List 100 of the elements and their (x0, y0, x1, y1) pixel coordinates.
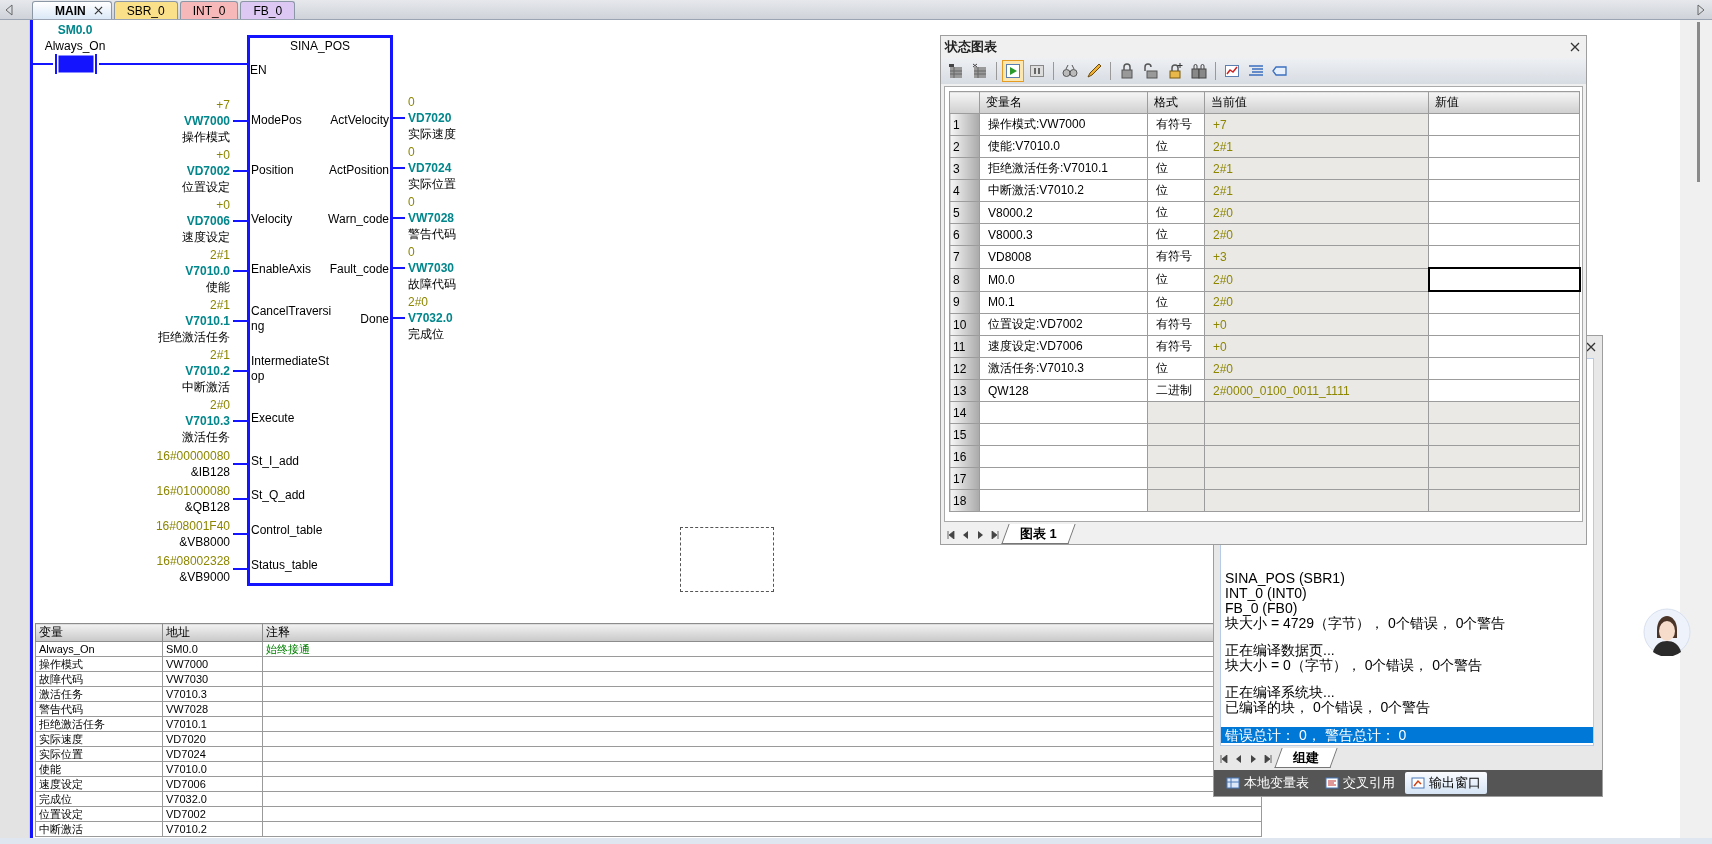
pin-value: +7 (216, 97, 230, 113)
table-cell: M0.1 (979, 291, 1148, 314)
pin-value: +0 (216, 147, 230, 163)
output-message: SINA_POS (SBR1) (1225, 571, 1346, 586)
pin-name: IntermediateStop (251, 354, 331, 385)
pin-value: +0 (216, 197, 230, 213)
pin-address: VW7028 (408, 210, 455, 226)
pin-comment: 使能 (206, 279, 230, 295)
table-cell: 中断激活:V7010.2 (979, 179, 1148, 202)
pin-comment: 实际速度 (408, 126, 456, 142)
pin-name: ActPosition (328, 162, 389, 178)
pin-comment: 操作模式 (182, 129, 230, 145)
pin-value: 2#1 (209, 297, 230, 313)
pin-comment: 拒绝激活任务 (158, 329, 230, 345)
table-cell: V7032.0 (162, 791, 263, 807)
pin-address: VW7000 (183, 113, 230, 129)
pin-value: 0 (408, 194, 415, 210)
pin-address: V7032.0 (408, 310, 453, 326)
table-cell: 2#0 (1204, 357, 1429, 380)
output-message: 块大小 = 0（字节）， 0个错误， 0个警告 (1225, 658, 1484, 673)
pin-value: 16#01000080 (156, 482, 230, 499)
pin-value: 16#00000080 (156, 447, 230, 464)
pin-address: VD7020 (408, 110, 452, 126)
pin-name: EN (250, 63, 268, 78)
table-cell: VW7030 (162, 671, 263, 687)
table-cell: V8000.3 (979, 223, 1148, 246)
pin-address: &QB128 (184, 498, 230, 515)
table-cell: 完成位 (35, 791, 163, 807)
table-cell: +3 (1204, 245, 1429, 268)
table-cell: 警告代码 (35, 701, 163, 717)
table-cell: VD7024 (162, 746, 263, 762)
table-cell: V8000.2 (979, 201, 1148, 224)
pin-address: V7010.2 (185, 363, 230, 379)
pin-address: V7010.3 (185, 413, 230, 429)
table-cell: 速度设定 (35, 776, 163, 792)
table-cell: 激活任务:V7010.3 (979, 357, 1148, 380)
pin-comment: 中断激活 (182, 379, 230, 395)
table-cell: 2#0 (1204, 223, 1429, 246)
pin-address: V7010.0 (185, 263, 230, 279)
table-cell: 激活任务 (35, 686, 163, 702)
table-cell: 2#1 (1204, 135, 1429, 158)
pin-name: St_Q_add (251, 488, 306, 504)
block-title: SINA_POS (289, 38, 351, 54)
contact-symbol-name: Always_On (44, 38, 106, 54)
table-cell: 操作模式:VW7000 (979, 113, 1148, 136)
table-cell: 位置设定:VD7002 (979, 313, 1148, 336)
table-cell: +7 (1204, 113, 1429, 136)
pin-value: 0 (408, 94, 415, 110)
contact-address: SM0.0 (57, 22, 93, 38)
table-cell: 使能 (35, 761, 163, 777)
table-cell: 实际速度 (35, 731, 163, 747)
pin-address: VW7030 (408, 260, 455, 276)
pin-comment: 完成位 (408, 326, 444, 342)
pin-comment: 速度设定 (182, 229, 230, 245)
pin-address: &VB8000 (179, 533, 230, 550)
output-message: 正在编译数据页... (1225, 643, 1336, 658)
pin-address: VD7024 (408, 160, 452, 176)
table-cell: M0.0 (979, 268, 1148, 291)
table-cell: VD7006 (162, 776, 263, 792)
pin-name: Fault_code (329, 262, 389, 278)
table-cell: V7010.3 (162, 686, 263, 702)
pin-value: 0 (408, 244, 415, 260)
pin-name: EnableAxis (251, 262, 312, 278)
pin-value: 2#1 (209, 347, 230, 363)
window-title: 状态图表 (945, 38, 997, 56)
pin-value: 16#08001F40 (155, 517, 230, 534)
pin-address: &IB128 (190, 463, 230, 480)
pin-name: Control_table (251, 523, 323, 539)
table-cell: +0 (1204, 335, 1429, 358)
table-cell: VW7000 (162, 656, 263, 672)
output-message: INT_0 (INT0) (1225, 586, 1307, 601)
pin-value: 16#08002328 (156, 552, 230, 569)
pin-name: Warn_code (328, 212, 389, 228)
output-message: FB_0 (FB0) (1225, 601, 1298, 616)
table-cell: VD8008 (979, 245, 1148, 268)
pin-name: St_I_add (251, 453, 300, 469)
table-cell: 拒绝激活任务:V7010.1 (979, 157, 1148, 180)
table-cell: +0 (1204, 313, 1429, 336)
pin-comment: 激活任务 (182, 429, 230, 445)
table-cell: VD7002 (162, 806, 263, 822)
pin-comment: 实际位置 (408, 176, 456, 192)
table-cell: 操作模式 (35, 656, 163, 672)
pin-value: 2#0 (408, 294, 429, 310)
pin-comment: 警告代码 (408, 226, 456, 242)
pin-value: 2#1 (209, 247, 230, 263)
pin-address: VD7006 (186, 213, 230, 229)
table-cell: 拒绝激活任务 (35, 716, 163, 732)
table-cell: QW128 (979, 379, 1148, 402)
table-cell: 2#0 (1204, 201, 1429, 224)
pin-address: VD7002 (186, 163, 230, 179)
table-cell: V7010.0 (162, 761, 263, 777)
table-cell: 实际位置 (35, 746, 163, 762)
table-cell: 2#0 (1204, 291, 1429, 314)
output-message: 已编译的块， 0个错误， 0个警告 (1225, 700, 1432, 715)
pin-name: Status_table (251, 558, 318, 574)
table-cell: 故障代码 (35, 671, 163, 687)
table-cell: SM0.0 (162, 641, 263, 657)
pin-address: &VB9000 (179, 568, 230, 585)
pin-value: 0 (408, 144, 415, 160)
table-cell: 2#0 (1204, 268, 1429, 291)
